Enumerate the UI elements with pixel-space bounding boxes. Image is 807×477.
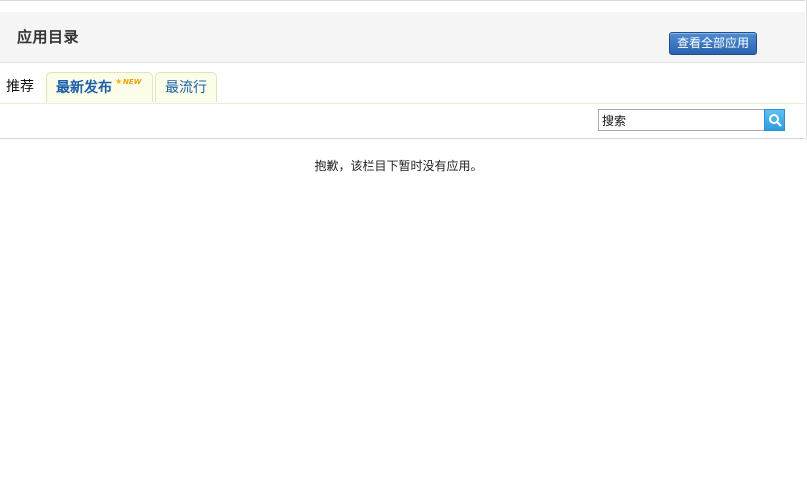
new-badge: ★NEW (115, 77, 141, 87)
empty-state-message: 抱歉，该栏目下暂时没有应用。 (314, 159, 483, 173)
search-button[interactable] (764, 109, 785, 131)
search-icon (769, 114, 782, 127)
star-icon: ★ (115, 77, 123, 86)
new-badge-label: NEW (123, 78, 142, 86)
tab-label: 推荐 (6, 79, 34, 95)
view-all-apps-button[interactable]: 查看全部应用 (669, 32, 757, 55)
page-title: 应用目录 (17, 28, 80, 46)
tab-popular[interactable]: 最流行 (155, 72, 217, 102)
search-bar (0, 104, 805, 139)
search-input[interactable] (598, 109, 764, 131)
app-catalog-page: 应用目录 查看全部应用 推荐 最新发布 ★NEW 最流行 抱歉，该栏目下暂时没有… (0, 0, 807, 477)
tab-recommended[interactable]: 推荐 (0, 72, 44, 103)
catalog-header: 应用目录 查看全部应用 (0, 12, 805, 63)
tab-latest[interactable]: 最新发布 ★NEW (46, 72, 153, 102)
tab-label: 最新发布 (56, 80, 112, 96)
top-divider (0, 0, 805, 1)
catalog-tabs: 推荐 最新发布 ★NEW 最流行 (0, 72, 805, 104)
tab-label: 最流行 (165, 80, 207, 96)
